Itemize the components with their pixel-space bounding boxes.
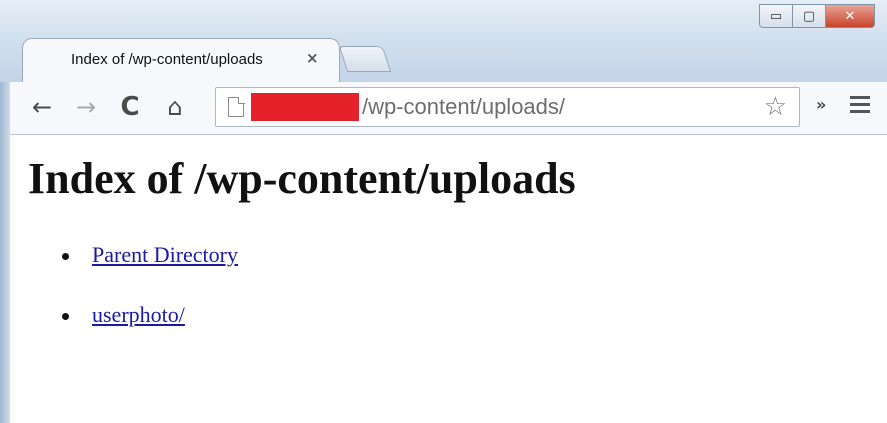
browser-tab-active[interactable]: Index of /wp-content/uploads ×: [22, 38, 340, 82]
menu-icon-bar: [850, 96, 870, 99]
back-arrow-icon[interactable]: ←: [25, 90, 59, 124]
star-icon[interactable]: ☆: [764, 92, 787, 122]
menu-icon-bar: [850, 110, 870, 113]
chevron-icon[interactable]: »: [816, 95, 826, 114]
redacted-domain: [251, 93, 359, 121]
window-controls: ▭ ▢ ✕: [759, 4, 875, 28]
page-title: Index of /wp-content/uploads: [28, 154, 576, 203]
minimize-button[interactable]: ▭: [759, 4, 793, 28]
parent-directory-link[interactable]: Parent Directory: [92, 243, 238, 267]
browser-window: ▭ ▢ ✕ Index of /wp-content/uploads × ← →…: [0, 0, 887, 423]
window-frame-left: [0, 82, 10, 423]
home-icon[interactable]: ⌂: [158, 90, 192, 124]
reload-icon[interactable]: C: [113, 90, 147, 124]
maximize-button[interactable]: ▢: [793, 4, 826, 28]
tab-title: Index of /wp-content/uploads: [71, 51, 291, 68]
menu-icon[interactable]: [850, 96, 870, 114]
new-tab-button[interactable]: [338, 46, 392, 72]
close-window-button[interactable]: ✕: [826, 4, 875, 28]
browser-toolbar: ← → C ⌂ /wp-content/uploads/ ☆ »: [10, 82, 887, 135]
address-bar[interactable]: /wp-content/uploads/ ☆: [215, 87, 800, 127]
bullet-icon: [62, 253, 69, 260]
forward-arrow-icon[interactable]: →: [69, 90, 103, 124]
bullet-icon: [62, 313, 69, 320]
close-tab-icon[interactable]: ×: [306, 49, 319, 67]
menu-icon-bar: [850, 103, 870, 106]
page-icon: [228, 96, 245, 117]
page-content: Index of /wp-content/uploads Parent Dire…: [10, 135, 887, 423]
url-path: /wp-content/uploads/: [362, 94, 566, 119]
userphoto-link[interactable]: userphoto/: [92, 303, 185, 327]
